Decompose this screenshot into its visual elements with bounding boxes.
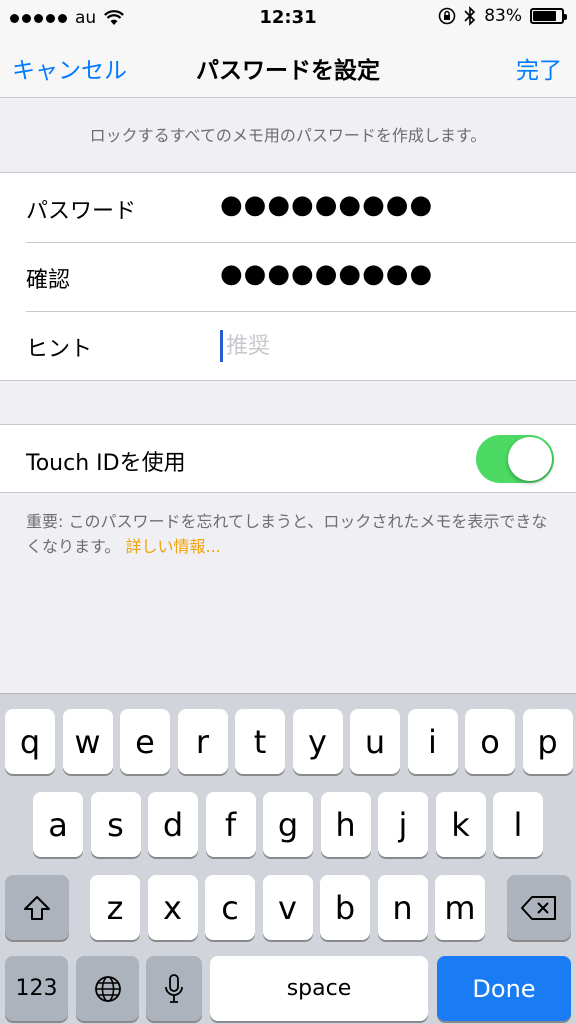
key-b[interactable]: b <box>320 875 370 940</box>
password-field[interactable]: ●●●●●●●●● <box>220 190 433 220</box>
globe-key[interactable] <box>76 956 139 1021</box>
globe-icon <box>94 975 121 1002</box>
done-button[interactable]: 完了 <box>516 51 562 85</box>
text-cursor <box>220 330 223 362</box>
key-t[interactable]: t <box>235 709 285 774</box>
key-o[interactable]: o <box>465 709 515 774</box>
delete-icon <box>521 895 556 920</box>
hint-label: ヒント <box>26 337 93 362</box>
toggle-knob <box>508 437 552 481</box>
key-d[interactable]: d <box>148 792 198 857</box>
warning-text: 重要: このパスワードを忘れてしまうと、ロックされたメモを表示できなくなります。 <box>26 512 548 556</box>
shift-icon <box>24 895 50 920</box>
key-m[interactable]: m <box>435 875 485 940</box>
page-title: パスワードを設定 <box>196 58 380 84</box>
touch-id-toggle[interactable] <box>476 435 554 483</box>
hint-row[interactable]: ヒント <box>0 311 576 380</box>
dictation-key[interactable] <box>146 956 202 1021</box>
key-x[interactable]: x <box>147 875 198 940</box>
numbers-key[interactable]: 123 <box>5 956 68 1021</box>
key-q[interactable]: q <box>5 709 55 774</box>
status-bar: au 12:31 83% <box>0 0 576 40</box>
key-s[interactable]: s <box>90 792 141 857</box>
microphone-icon <box>165 973 183 1003</box>
navigation-bar: キャンセル パスワードを設定 完了 <box>0 40 576 98</box>
key-c[interactable]: c <box>205 875 255 940</box>
confirm-password-field[interactable]: ●●●●●●●●● <box>220 259 433 289</box>
key-h[interactable]: h <box>320 792 371 857</box>
key-u[interactable]: u <box>350 709 400 774</box>
key-g[interactable]: g <box>263 792 313 857</box>
key-r[interactable]: r <box>177 709 228 774</box>
keyboard: qwertyuiop asdfghjkl zxcvbnm 123 space D… <box>0 693 576 1024</box>
key-y[interactable]: y <box>292 709 343 774</box>
key-a[interactable]: a <box>33 792 83 857</box>
password-row[interactable]: パスワード ●●●●●●●●● <box>0 173 576 242</box>
key-l[interactable]: l <box>493 792 543 857</box>
key-j[interactable]: j <box>378 792 428 857</box>
password-form: パスワード ●●●●●●●●● 確認 ●●●●●●●●● ヒント <box>0 172 576 381</box>
shift-key[interactable] <box>5 875 69 940</box>
key-z[interactable]: z <box>90 875 140 940</box>
key-k[interactable]: k <box>435 792 486 857</box>
key-w[interactable]: w <box>62 709 113 774</box>
rotation-lock-icon <box>438 7 456 25</box>
confirm-row[interactable]: 確認 ●●●●●●●●● <box>0 242 576 311</box>
key-v[interactable]: v <box>262 875 313 940</box>
warning-note: 重要: このパスワードを忘れてしまうと、ロックされたメモを表示できなくなります。… <box>26 509 552 559</box>
key-i[interactable]: i <box>407 709 458 774</box>
keyboard-done-key[interactable]: Done <box>437 956 571 1021</box>
touch-id-row: Touch IDを使用 <box>0 424 576 493</box>
battery-percent: 83% <box>484 6 522 26</box>
key-e[interactable]: e <box>120 709 170 774</box>
battery-icon <box>530 8 567 24</box>
password-label: パスワード <box>26 199 137 224</box>
key-p[interactable]: p <box>522 709 573 774</box>
space-key[interactable]: space <box>210 956 428 1021</box>
delete-key[interactable] <box>507 875 571 940</box>
learn-more-link[interactable]: 詳しい情報... <box>126 537 221 556</box>
key-f[interactable]: f <box>205 792 256 857</box>
hint-input[interactable] <box>226 327 546 365</box>
bluetooth-icon <box>464 6 476 26</box>
status-right: 83% <box>438 6 567 26</box>
key-n[interactable]: n <box>377 875 428 940</box>
confirm-label: 確認 <box>26 268 71 293</box>
touch-id-label: Touch IDを使用 <box>26 451 186 476</box>
section-description: ロックするすべてのメモ用のパスワードを作成します。 <box>89 126 487 145</box>
